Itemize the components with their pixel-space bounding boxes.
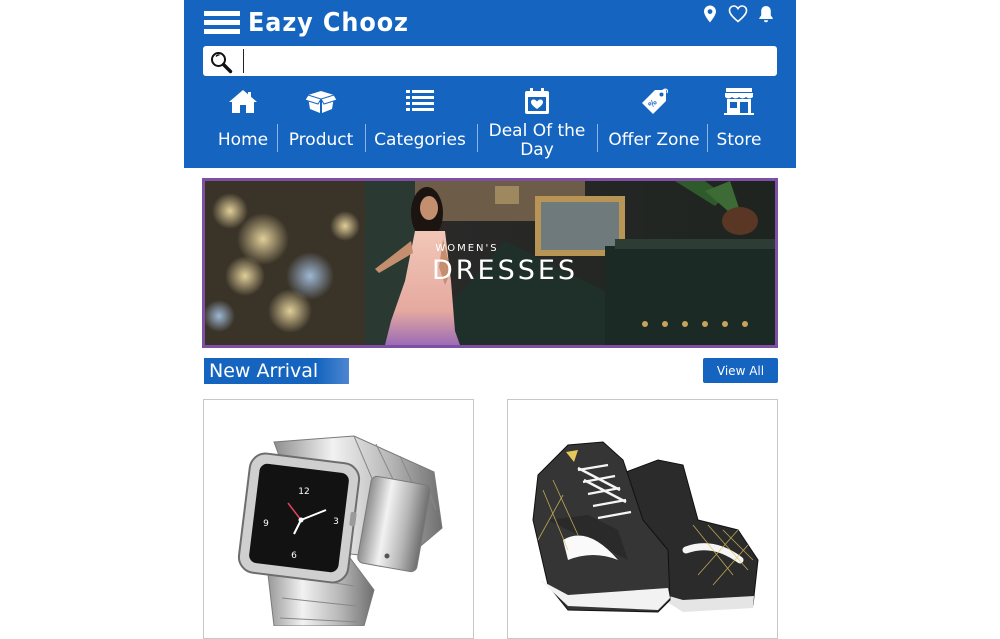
watch-number-3: 3 — [333, 517, 339, 527]
banner-headline: DRESSES — [432, 255, 578, 286]
sneakers-image — [532, 441, 759, 613]
view-all-button[interactable]: View All — [703, 358, 778, 383]
nav-label-offer-zone: Offer Zone — [608, 130, 700, 150]
promo-banner[interactable]: WOMEN'S DRESSES — [202, 178, 778, 348]
nav-label-product: Product — [288, 130, 354, 150]
banner-kicker: WOMEN'S — [435, 243, 498, 254]
box-icon — [304, 91, 338, 113]
list-icon — [406, 90, 434, 111]
nav-label-store: Store — [716, 130, 762, 150]
nav-item-store[interactable]: Store — [711, 84, 767, 168]
app-screen: Eazy Chooz Home Product Categories Deal … — [184, 0, 796, 639]
banner-image: WOMEN'S DRESSES — [205, 181, 775, 345]
location-pin-icon[interactable] — [700, 4, 720, 24]
brand-logo[interactable]: Eazy Chooz — [248, 6, 409, 40]
tag-icon: % — [642, 88, 669, 114]
nav-label-home: Home — [217, 130, 269, 150]
nav-item-product[interactable]: Product — [281, 84, 361, 168]
nav-item-home[interactable]: Home — [210, 84, 276, 168]
search-bar — [203, 46, 777, 76]
section-title-new-arrival: New Arrival — [204, 358, 349, 384]
nav-item-categories[interactable]: Categories — [370, 84, 470, 168]
nav-item-offer-zone[interactable]: % Offer Zone — [604, 84, 704, 168]
calendar-heart-icon — [525, 88, 549, 114]
watch-number-12: 12 — [298, 487, 309, 497]
nav-label-categories: Categories — [374, 130, 466, 150]
product-card[interactable]: 12 3 6 9 — [203, 399, 474, 639]
search-input[interactable] — [243, 49, 768, 73]
home-icon — [229, 90, 257, 113]
watch-number-9: 9 — [263, 519, 269, 529]
nav-item-deal-of-the-day[interactable]: Deal Of the Day — [481, 84, 593, 168]
bell-icon[interactable] — [756, 4, 776, 24]
watch-number-6: 6 — [291, 551, 297, 561]
app-header: Eazy Chooz Home Product Categories Deal … — [184, 0, 796, 168]
nav-label-deal-of-the-day: Deal Of the Day — [488, 121, 586, 160]
heart-icon[interactable] — [728, 4, 748, 24]
hamburger-menu-icon[interactable] — [204, 11, 240, 35]
category-nav: Home Product Categories Deal Of the Day … — [184, 84, 796, 168]
watch-image: 12 3 6 9 — [237, 435, 443, 626]
header-icons — [700, 3, 776, 25]
search-icon[interactable] — [209, 50, 233, 74]
product-card[interactable] — [507, 399, 778, 639]
store-icon — [724, 88, 754, 115]
